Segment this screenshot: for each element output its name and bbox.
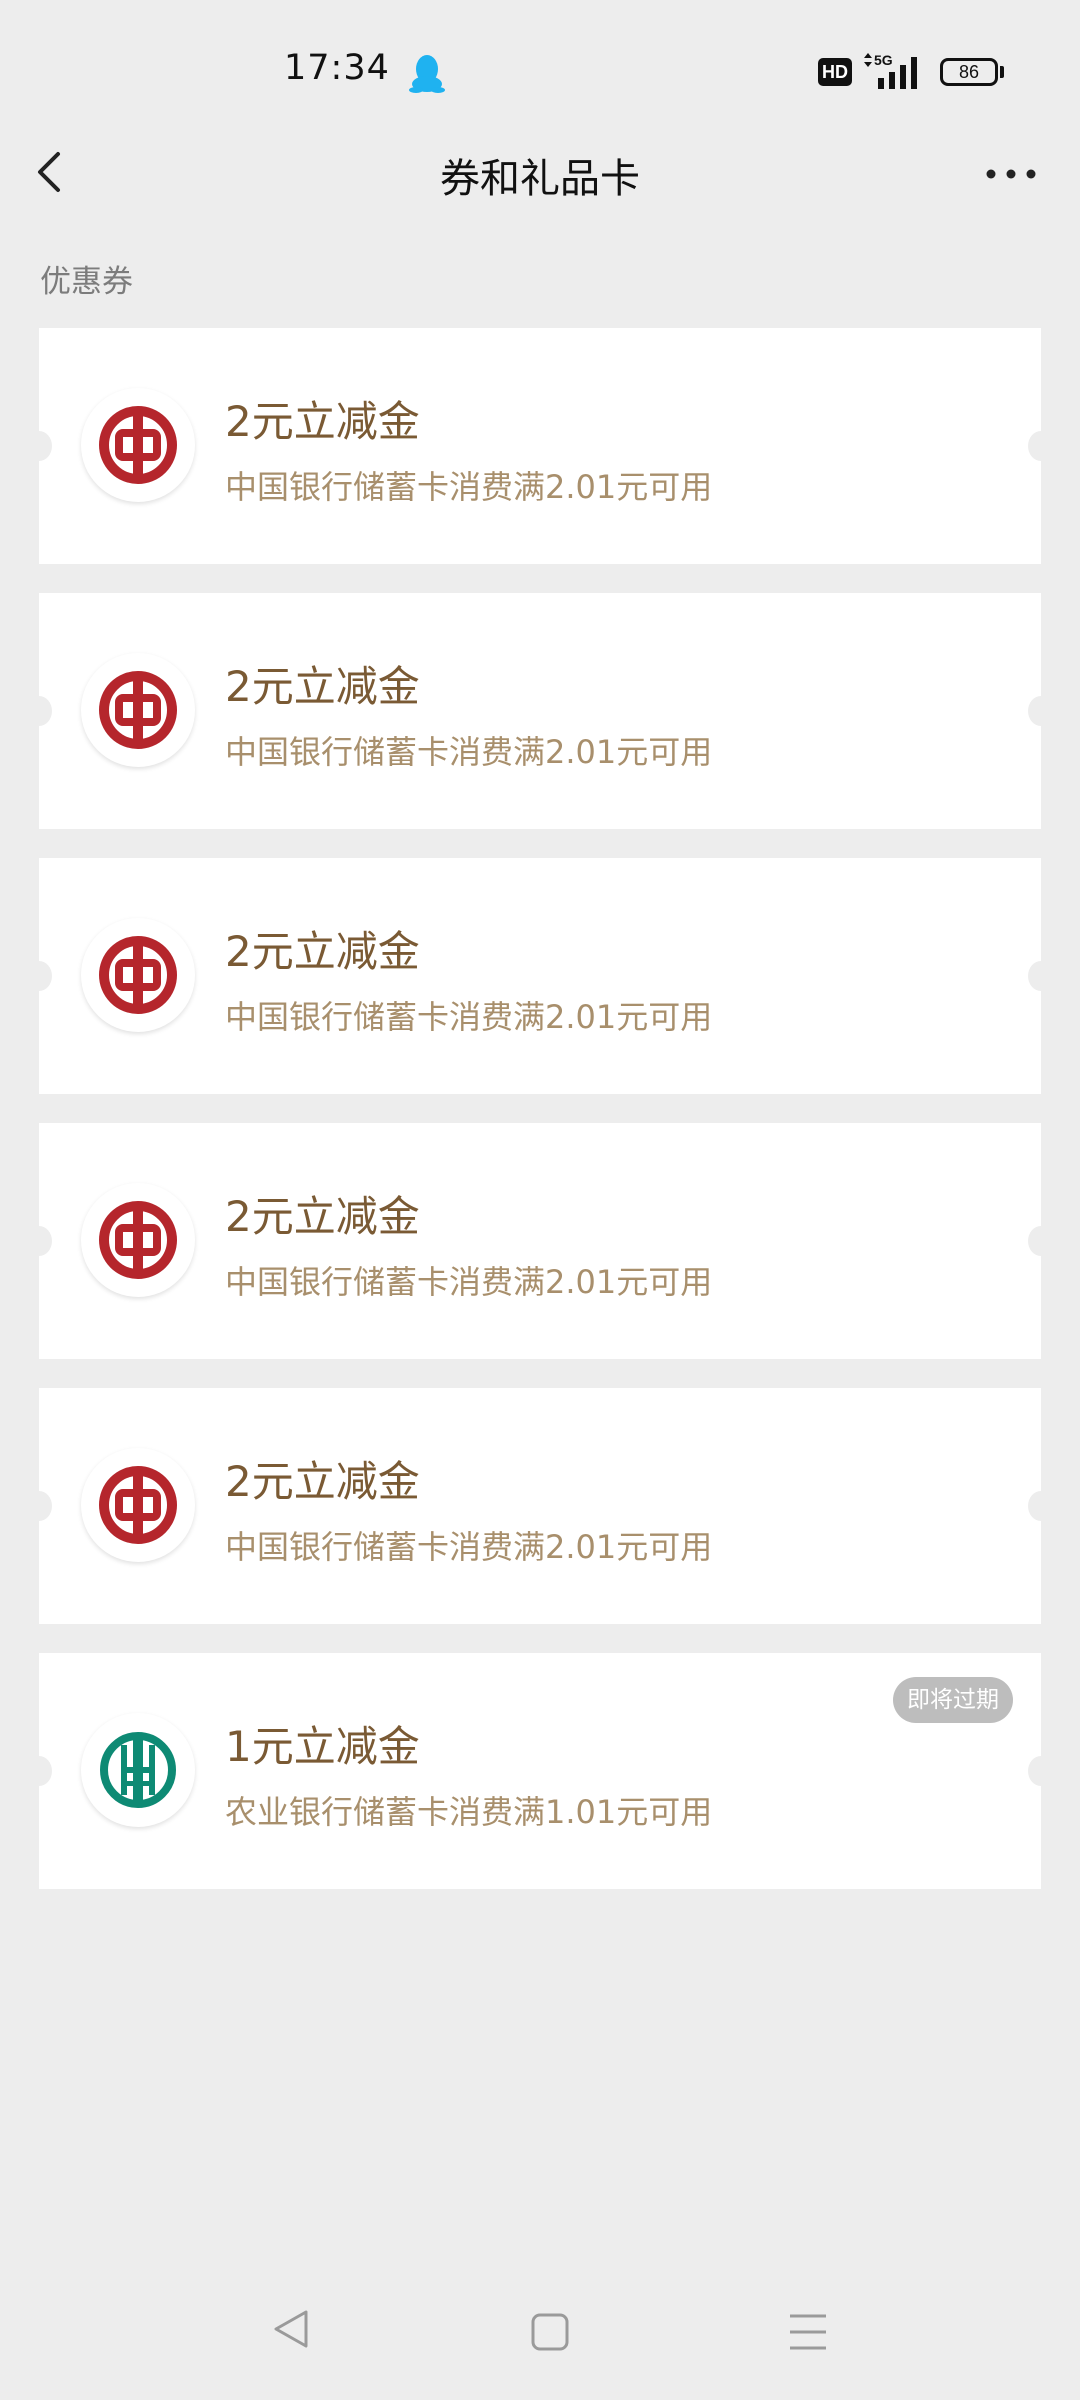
card-notch (1028, 696, 1054, 726)
coupon-description: 中国银行储蓄卡消费满2.01元可用 (225, 998, 713, 1036)
network-type: 5G (874, 52, 893, 68)
card-notch (1028, 961, 1054, 991)
coupon-card[interactable]: 2元立减金 中国银行储蓄卡消费满2.01元可用 (26, 328, 1054, 564)
card-notch (26, 431, 52, 461)
status-bar: 17:34 HD 5G 86 (0, 0, 1080, 140)
coupon-list: 2元立减金 中国银行储蓄卡消费满2.01元可用 2元立减金 中国银行储蓄卡消费满… (26, 328, 1054, 1918)
page-title: 券和礼品卡 (440, 156, 640, 202)
card-notch (26, 696, 52, 726)
card-notch (1028, 1226, 1054, 1256)
triangle-back-icon[interactable] (270, 2308, 312, 2350)
card-notch (26, 1756, 52, 1786)
boc-logo-icon (81, 388, 195, 502)
signal-bars-icon: 5G (864, 52, 917, 89)
card-notch (26, 1226, 52, 1256)
menu-lines-icon[interactable] (788, 2312, 828, 2352)
coupon-description: 中国银行储蓄卡消费满2.01元可用 (225, 468, 713, 506)
coupon-title: 2元立减金 (225, 397, 420, 446)
coupon-card[interactable]: 2元立减金 中国银行储蓄卡消费满2.01元可用 (26, 593, 1054, 829)
coupon-description: 中国银行储蓄卡消费满2.01元可用 (225, 1263, 713, 1301)
battery-tip (1000, 66, 1004, 78)
abc-logo-icon (81, 1713, 195, 1827)
square-home-icon[interactable] (530, 2312, 570, 2352)
coupon-card[interactable]: 1元立减金 农业银行储蓄卡消费满1.01元可用 即将过期 (26, 1653, 1054, 1889)
coupon-title: 2元立减金 (225, 662, 420, 711)
boc-logo-icon (81, 1183, 195, 1297)
section-title: 优惠券 (40, 264, 133, 300)
coupon-description: 农业银行储蓄卡消费满1.01元可用 (225, 1793, 713, 1831)
coupon-card[interactable]: 2元立减金 中国银行储蓄卡消费满2.01元可用 (26, 858, 1054, 1094)
coupon-card[interactable]: 2元立减金 中国银行储蓄卡消费满2.01元可用 (26, 1123, 1054, 1359)
card-notch (1028, 1756, 1054, 1786)
coupon-title: 2元立减金 (225, 1192, 420, 1241)
coupon-description: 中国银行储蓄卡消费满2.01元可用 (225, 733, 713, 771)
boc-logo-icon (81, 653, 195, 767)
qq-penguin-icon (409, 55, 445, 93)
boc-logo-icon (81, 1448, 195, 1562)
expiring-soon-badge: 即将过期 (893, 1677, 1013, 1723)
hd-badge: HD (818, 58, 852, 86)
coupon-description: 中国银行储蓄卡消费满2.01元可用 (225, 1528, 713, 1566)
more-dots-icon[interactable] (984, 156, 1038, 192)
coupon-title: 2元立减金 (225, 927, 420, 976)
status-time: 17:34 (284, 48, 390, 88)
battery-indicator: 86 (940, 58, 998, 86)
coupon-title: 2元立减金 (225, 1457, 420, 1506)
card-notch (1028, 431, 1054, 461)
card-notch (1028, 1491, 1054, 1521)
card-notch (26, 961, 52, 991)
coupon-card[interactable]: 2元立减金 中国银行储蓄卡消费满2.01元可用 (26, 1388, 1054, 1624)
card-notch (26, 1491, 52, 1521)
boc-logo-icon (81, 918, 195, 1032)
coupon-title: 1元立减金 (225, 1722, 420, 1771)
